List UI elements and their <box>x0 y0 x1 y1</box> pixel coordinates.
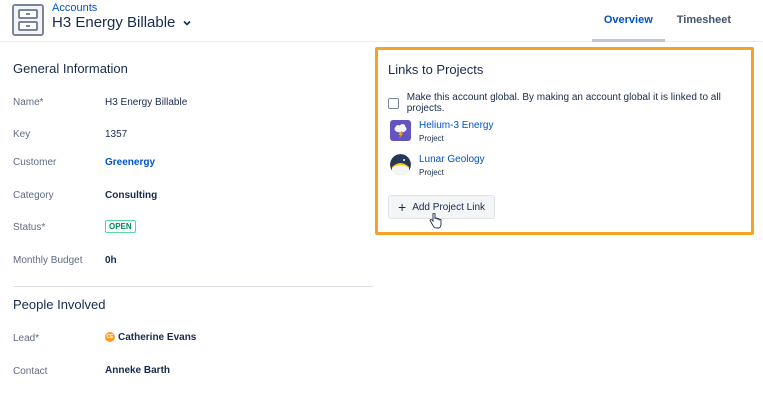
status-label: Status* <box>13 222 46 233</box>
lead-label: Lead* <box>13 333 40 344</box>
tab-timesheet[interactable]: Timesheet <box>665 0 743 42</box>
tab-bar: Overview Timesheet <box>591 0 743 42</box>
section-divider <box>13 286 373 287</box>
links-heading: Links to Projects <box>388 62 484 77</box>
project-type-label: Project <box>419 134 444 143</box>
page-title: H3 Energy Billable <box>52 14 176 31</box>
hand-cursor-icon <box>429 213 442 229</box>
category-value[interactable]: Consulting <box>105 190 157 201</box>
project-item: Helium-3 Energy Project <box>390 120 493 143</box>
category-label: Category <box>13 190 54 201</box>
budget-label: Monthly Budget <box>13 255 83 266</box>
contact-value[interactable]: Anneke Barth <box>105 365 170 376</box>
project-item: Lunar Geology Project <box>390 154 485 177</box>
avatar: CE <box>105 332 115 343</box>
lead-value[interactable]: CE Catherine Evans <box>105 332 196 343</box>
global-account-text: Make this account global. By making an a… <box>406 92 721 114</box>
account-cabinet-icon <box>12 4 44 36</box>
name-label: Name* <box>13 97 44 108</box>
people-involved-heading: People Involved <box>13 297 106 312</box>
planet-icon <box>390 154 411 175</box>
breadcrumb-accounts[interactable]: Accounts <box>52 2 97 14</box>
storm-cloud-icon <box>390 120 411 141</box>
page-header: Accounts H3 Energy Billable Overview Tim… <box>0 0 763 42</box>
customer-link[interactable]: Greenergy <box>105 157 155 168</box>
tab-overview[interactable]: Overview <box>591 0 665 42</box>
project-link-lunar[interactable]: Lunar Geology <box>419 154 485 165</box>
general-info-heading: General Information <box>13 61 128 76</box>
name-value[interactable]: H3 Energy Billable <box>105 97 187 108</box>
customer-label: Customer <box>13 157 57 168</box>
project-link-helium[interactable]: Helium-3 Energy <box>419 120 493 131</box>
plus-icon: + <box>398 199 407 215</box>
chevron-down-icon <box>183 20 191 26</box>
add-project-link-label: Add Project Link <box>412 201 486 213</box>
global-account-checkbox[interactable] <box>388 97 399 109</box>
key-value[interactable]: 1357 <box>105 129 127 140</box>
status-badge[interactable]: OPEN <box>105 220 136 233</box>
budget-value[interactable]: 0h <box>105 255 117 266</box>
global-account-row: Make this account global. By making an a… <box>388 92 751 114</box>
lead-name: Catherine Evans <box>118 332 197 343</box>
key-label: Key <box>13 129 31 140</box>
contact-label: Contact <box>13 366 48 377</box>
account-title-dropdown[interactable]: H3 Energy Billable <box>52 14 193 31</box>
project-type-label: Project <box>419 168 444 177</box>
links-to-projects-panel: Links to Projects Make this account glob… <box>375 47 754 235</box>
